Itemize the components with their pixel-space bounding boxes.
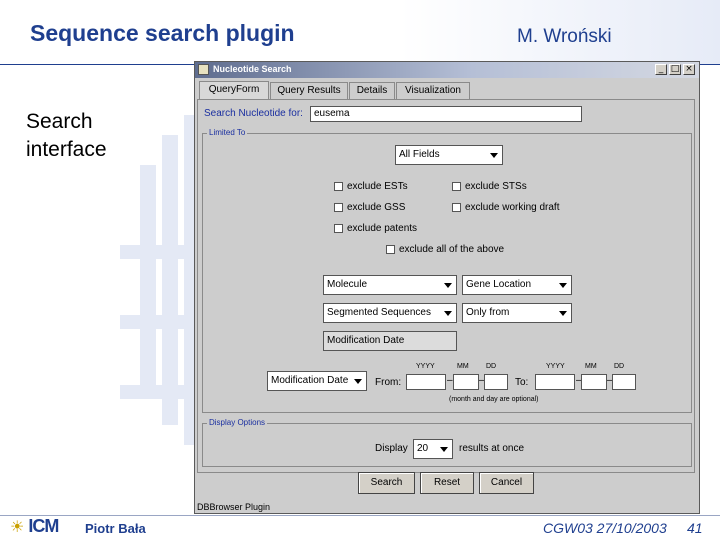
exclude-gss-label: exclude GSS (347, 202, 406, 213)
molecule-select[interactable]: Molecule (323, 275, 457, 295)
tab-visualization[interactable]: Visualization (396, 82, 470, 99)
from-label: From: (375, 377, 402, 388)
checkbox-icon (334, 203, 343, 212)
search-input[interactable]: eusema (310, 106, 582, 122)
queryform-panel: Search Nucleotide for: eusema Limited To… (197, 99, 695, 473)
exclude-gss-checkbox[interactable]: exclude GSS (334, 202, 405, 213)
footer-author: Piotr Bała (85, 521, 146, 536)
chevron-down-icon (490, 153, 498, 158)
from-mm-header: MM (457, 363, 469, 370)
exclude-working-draft-checkbox[interactable]: exclude working draft (452, 202, 560, 213)
to-label: To: (515, 377, 529, 388)
slide-author: M. Wroński (517, 26, 612, 47)
display-count-value: 20 (417, 443, 429, 454)
limited-to-group: Limited To All Fields exclude ESTs exclu… (202, 128, 692, 413)
checkbox-icon (334, 182, 343, 191)
chevron-down-icon (444, 283, 452, 288)
chevron-down-icon (559, 311, 567, 316)
exclude-all-checkbox[interactable]: exclude all of the above (386, 244, 504, 255)
side-label-line2: interface (26, 138, 107, 161)
limited-to-title: Limited To (207, 128, 248, 137)
modification-date-value: Modification Date (327, 335, 405, 346)
segmented-sequences-value: Segmented Sequences (327, 307, 431, 318)
exclude-patents-label: exclude patents (347, 223, 418, 234)
all-fields-select[interactable]: All Fields (395, 145, 503, 165)
nucleotide-search-window: Nucleotide Search _ □ × QueryForm Query … (194, 61, 700, 514)
date-note: (month and day are optional) (449, 396, 539, 403)
cancel-button[interactable]: Cancel (479, 472, 534, 494)
icm-logo: ☀ ICM (10, 516, 59, 537)
date-separator: – (447, 375, 453, 386)
page-number: 41 (687, 520, 703, 536)
exclude-stss-checkbox[interactable]: exclude STSs (452, 181, 527, 192)
tab-queryform[interactable]: QueryForm (199, 81, 269, 100)
close-button[interactable]: × (683, 64, 695, 75)
molecule-value: Molecule (327, 279, 368, 290)
window-titlebar[interactable]: Nucleotide Search _ □ × (195, 62, 699, 78)
tab-query-results[interactable]: Query Results (270, 82, 348, 99)
search-button[interactable]: Search (358, 472, 415, 494)
exclude-working-draft-label: exclude working draft (465, 202, 560, 213)
display-options-group: Display Options Display 20 results at on… (202, 418, 692, 467)
date-type-value: Modification Date (271, 375, 349, 386)
chevron-down-icon (444, 311, 452, 316)
maximize-button[interactable]: □ (669, 64, 681, 75)
gene-location-value: Gene Location (466, 279, 532, 290)
display-label: Display (375, 443, 408, 454)
to-year-input[interactable] (535, 374, 575, 390)
from-dd-header: DD (486, 363, 497, 370)
minimize-button[interactable]: _ (655, 64, 667, 75)
chevron-down-icon (559, 283, 567, 288)
checkbox-icon (452, 182, 461, 191)
date-type-select[interactable]: Modification Date (267, 371, 367, 391)
footer-conference: CGW03 27/10/2003 (543, 520, 667, 536)
from-day-input[interactable] (484, 374, 508, 390)
modification-date-select[interactable]: Modification Date (323, 331, 457, 351)
from-yyyy-header: YYYY (416, 363, 435, 370)
exclude-all-label: exclude all of the above (399, 244, 505, 255)
to-day-input[interactable] (612, 374, 636, 390)
from-year-input[interactable] (406, 374, 446, 390)
display-options-title: Display Options (207, 418, 268, 427)
side-label: Search interface (26, 108, 107, 164)
footer-divider (0, 515, 720, 516)
to-dd-header: DD (614, 363, 625, 370)
slide-title: Sequence search plugin (30, 20, 295, 46)
to-yyyy-header: YYYY (546, 363, 565, 370)
checkbox-icon (386, 245, 395, 254)
checkbox-icon (334, 224, 343, 233)
window-title: Nucleotide Search (213, 64, 292, 74)
display-count-select[interactable]: 20 (413, 439, 453, 459)
exclude-ests-label: exclude ESTs (347, 181, 408, 192)
only-from-select[interactable]: Only from (462, 303, 572, 323)
exclude-stss-label: exclude STSs (465, 181, 527, 192)
all-fields-value: All Fields (399, 149, 440, 160)
exclude-ests-checkbox[interactable]: exclude ESTs (334, 181, 408, 192)
search-label: Search Nucleotide for: (204, 108, 303, 119)
display-suffix: results at once (459, 443, 525, 454)
to-month-input[interactable] (581, 374, 607, 390)
side-label-line1: Search (26, 110, 93, 133)
status-bar: DBBrowser Plugin (197, 502, 271, 512)
chevron-down-icon (440, 447, 448, 452)
tab-details[interactable]: Details (349, 82, 395, 99)
only-from-value: Only from (466, 307, 510, 318)
exclude-patents-checkbox[interactable]: exclude patents (334, 223, 417, 234)
segmented-sequences-select[interactable]: Segmented Sequences (323, 303, 457, 323)
icm-logo-text: ICM (28, 516, 59, 536)
checkbox-icon (452, 203, 461, 212)
reset-button[interactable]: Reset (420, 472, 474, 494)
from-month-input[interactable] (453, 374, 479, 390)
chevron-down-icon (354, 379, 362, 384)
sun-icon: ☀ (10, 518, 25, 536)
window-app-icon (198, 64, 209, 75)
to-mm-header: MM (585, 363, 597, 370)
gene-location-select[interactable]: Gene Location (462, 275, 572, 295)
